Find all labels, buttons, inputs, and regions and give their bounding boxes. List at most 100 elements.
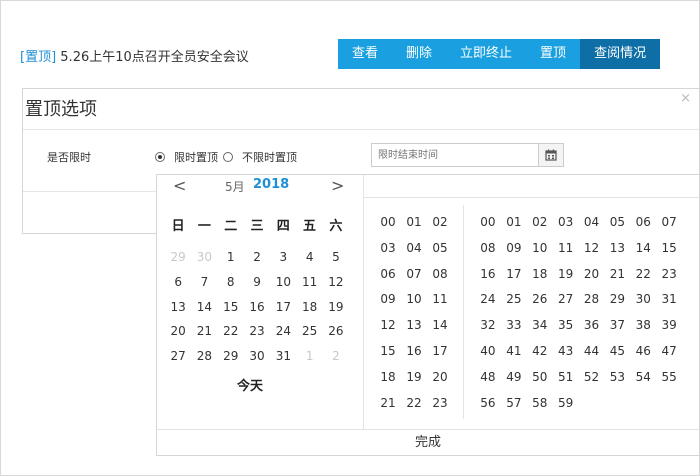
- minute-cell[interactable]: 37: [604, 313, 630, 339]
- day-cell[interactable]: 31: [270, 344, 296, 369]
- radio-limited[interactable]: 限时置顶: [155, 149, 218, 165]
- hour-cell[interactable]: 21: [375, 391, 401, 417]
- hour-cell[interactable]: 10: [401, 287, 427, 313]
- day-cell[interactable]: 12: [323, 270, 349, 295]
- hour-cell[interactable]: 11: [427, 287, 453, 313]
- minute-cell[interactable]: 43: [553, 339, 579, 365]
- day-cell[interactable]: 14: [191, 295, 217, 320]
- hour-cell[interactable]: 01: [401, 210, 427, 236]
- day-cell[interactable]: 22: [218, 319, 244, 344]
- hour-cell[interactable]: 23: [427, 391, 453, 417]
- minute-cell[interactable]: 19: [553, 262, 579, 288]
- day-cell[interactable]: 18: [296, 295, 322, 320]
- minute-cell[interactable]: 41: [501, 339, 527, 365]
- minute-cell[interactable]: 49: [501, 365, 527, 391]
- minute-cell[interactable]: 57: [501, 391, 527, 417]
- minute-cell[interactable]: 24: [475, 287, 501, 313]
- hour-cell[interactable]: 16: [401, 339, 427, 365]
- minute-cell[interactable]: 27: [553, 287, 579, 313]
- hour-cell[interactable]: 13: [401, 313, 427, 339]
- minute-cell[interactable]: 45: [604, 339, 630, 365]
- hour-cell[interactable]: 14: [427, 313, 453, 339]
- minute-cell[interactable]: 50: [527, 365, 553, 391]
- minute-cell[interactable]: 36: [579, 313, 605, 339]
- day-cell[interactable]: 30: [191, 245, 217, 270]
- day-cell[interactable]: 7: [191, 270, 217, 295]
- minute-cell[interactable]: 31: [656, 287, 682, 313]
- day-cell[interactable]: 17: [270, 295, 296, 320]
- day-cell[interactable]: 29: [165, 245, 191, 270]
- minute-cell[interactable]: 40: [475, 339, 501, 365]
- hour-cell[interactable]: 18: [375, 365, 401, 391]
- day-cell[interactable]: 10: [270, 270, 296, 295]
- day-cell[interactable]: 28: [191, 344, 217, 369]
- hour-cell[interactable]: 06: [375, 262, 401, 288]
- hour-cell[interactable]: 05: [427, 236, 453, 262]
- day-cell[interactable]: 20: [165, 319, 191, 344]
- day-cell[interactable]: 27: [165, 344, 191, 369]
- read-status-button[interactable]: 查阅情况: [580, 39, 661, 69]
- hour-cell[interactable]: 04: [401, 236, 427, 262]
- day-cell[interactable]: 6: [165, 270, 191, 295]
- minute-cell[interactable]: 23: [656, 262, 682, 288]
- hour-cell[interactable]: 19: [401, 365, 427, 391]
- day-cell[interactable]: 2: [323, 344, 349, 369]
- day-cell[interactable]: 15: [218, 295, 244, 320]
- minute-cell[interactable]: 28: [579, 287, 605, 313]
- minute-cell[interactable]: 04: [579, 210, 605, 236]
- minute-cell[interactable]: 29: [604, 287, 630, 313]
- day-cell[interactable]: 2: [244, 245, 270, 270]
- minute-cell[interactable]: 08: [475, 236, 501, 262]
- minute-cell[interactable]: 56: [475, 391, 501, 417]
- minute-cell[interactable]: 48: [475, 365, 501, 391]
- hour-cell[interactable]: 15: [375, 339, 401, 365]
- day-cell[interactable]: 21: [191, 319, 217, 344]
- minute-cell[interactable]: 39: [656, 313, 682, 339]
- day-cell[interactable]: 24: [270, 319, 296, 344]
- minute-cell[interactable]: 33: [501, 313, 527, 339]
- minute-cell[interactable]: 30: [630, 287, 656, 313]
- prev-month-icon[interactable]: <: [173, 176, 186, 195]
- minute-cell[interactable]: 13: [604, 236, 630, 262]
- minute-cell[interactable]: 46: [630, 339, 656, 365]
- minute-cell[interactable]: 55: [656, 365, 682, 391]
- minute-cell[interactable]: 47: [656, 339, 682, 365]
- next-month-icon[interactable]: >: [331, 176, 344, 195]
- radio-unlimited-dot[interactable]: [223, 152, 233, 162]
- day-cell[interactable]: 8: [218, 270, 244, 295]
- month-label[interactable]: 5月: [225, 178, 245, 195]
- minute-cell[interactable]: 34: [527, 313, 553, 339]
- minute-cell[interactable]: 38: [630, 313, 656, 339]
- minute-cell[interactable]: 16: [475, 262, 501, 288]
- day-cell[interactable]: 19: [323, 295, 349, 320]
- pin-button[interactable]: 置顶: [526, 39, 581, 69]
- minute-cell[interactable]: 51: [553, 365, 579, 391]
- minute-cell[interactable]: 17: [501, 262, 527, 288]
- minute-cell[interactable]: 01: [501, 210, 527, 236]
- day-cell[interactable]: 11: [296, 270, 322, 295]
- minute-cell[interactable]: 14: [630, 236, 656, 262]
- calendar-button[interactable]: [538, 143, 564, 167]
- day-cell[interactable]: 13: [165, 295, 191, 320]
- radio-limited-dot[interactable]: [155, 152, 165, 162]
- minute-cell[interactable]: 53: [604, 365, 630, 391]
- minute-cell[interactable]: 18: [527, 262, 553, 288]
- day-cell[interactable]: 1: [296, 344, 322, 369]
- minute-cell[interactable]: 00: [475, 210, 501, 236]
- minute-cell[interactable]: 12: [579, 236, 605, 262]
- hour-cell[interactable]: 09: [375, 287, 401, 313]
- day-cell[interactable]: 23: [244, 319, 270, 344]
- hour-cell[interactable]: 22: [401, 391, 427, 417]
- minute-cell[interactable]: 10: [527, 236, 553, 262]
- hour-cell[interactable]: 20: [427, 365, 453, 391]
- hour-cell[interactable]: 12: [375, 313, 401, 339]
- minute-cell[interactable]: 32: [475, 313, 501, 339]
- day-cell[interactable]: 25: [296, 319, 322, 344]
- day-cell[interactable]: 26: [323, 319, 349, 344]
- day-cell[interactable]: 3: [270, 245, 296, 270]
- year-label[interactable]: 2018: [253, 177, 289, 192]
- hour-cell[interactable]: 07: [401, 262, 427, 288]
- hour-cell[interactable]: 08: [427, 262, 453, 288]
- end-time-input[interactable]: [371, 143, 538, 167]
- minute-cell[interactable]: 02: [527, 210, 553, 236]
